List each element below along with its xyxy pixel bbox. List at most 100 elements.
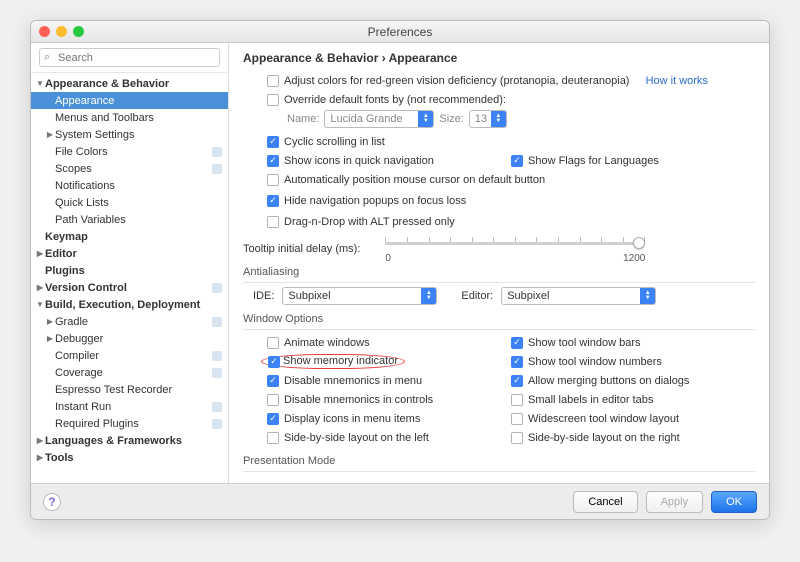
checkbox[interactable] bbox=[267, 375, 279, 387]
editor-antialias-select[interactable]: Subpixel▲▼ bbox=[501, 287, 656, 305]
sidebar-item[interactable]: ▶Editor bbox=[31, 245, 228, 262]
titlebar: Preferences bbox=[31, 21, 769, 43]
checkbox[interactable] bbox=[267, 337, 279, 349]
checkbox-cursor[interactable] bbox=[267, 174, 279, 186]
ide-antialias-select[interactable]: Subpixel▲▼ bbox=[282, 287, 437, 305]
sidebar-item[interactable]: ▶Debugger bbox=[31, 330, 228, 347]
chevron-updown-icon: ▲▼ bbox=[640, 288, 655, 304]
scope-marker-icon bbox=[212, 351, 222, 361]
sidebar-item[interactable]: Keymap bbox=[31, 228, 228, 245]
arrow-down-icon: ▼ bbox=[35, 300, 45, 309]
sidebar-item-label: Instant Run bbox=[55, 401, 111, 413]
checkbox-adjust-colors[interactable] bbox=[267, 75, 279, 87]
checkbox[interactable] bbox=[511, 337, 523, 349]
sidebar-item[interactable]: File Colors bbox=[31, 143, 228, 160]
scope-marker-icon bbox=[212, 419, 222, 429]
sidebar-item-label: Espresso Test Recorder bbox=[55, 384, 172, 396]
checkbox[interactable] bbox=[268, 356, 280, 368]
checkbox-flags[interactable] bbox=[511, 155, 523, 167]
sidebar-item[interactable]: Quick Lists bbox=[31, 194, 228, 211]
search-input[interactable] bbox=[39, 48, 220, 67]
sidebar-item[interactable]: ▶Tools bbox=[31, 449, 228, 466]
sidebar-item[interactable]: Path Variables bbox=[31, 211, 228, 228]
sidebar: ⌕ ▼Appearance & BehaviorAppearanceMenus … bbox=[31, 43, 229, 483]
chevron-updown-icon: ▲▼ bbox=[421, 288, 436, 304]
cancel-button[interactable]: Cancel bbox=[573, 491, 637, 513]
checkbox-override-fonts[interactable] bbox=[267, 94, 279, 106]
sidebar-item-label: Debugger bbox=[55, 333, 103, 345]
scope-marker-icon bbox=[212, 283, 222, 293]
sidebar-item-label: Gradle bbox=[55, 316, 88, 328]
arrow-down-icon: ▼ bbox=[35, 79, 45, 88]
section-window-options: Window Options bbox=[243, 313, 755, 325]
sidebar-item[interactable]: Notifications bbox=[31, 177, 228, 194]
checkbox[interactable] bbox=[511, 413, 523, 425]
sidebar-item[interactable]: ▼Build, Execution, Deployment bbox=[31, 296, 228, 313]
sidebar-item-label: Compiler bbox=[55, 350, 99, 362]
chevron-updown-icon: ▲▼ bbox=[418, 111, 433, 127]
sidebar-item-label: Appearance & Behavior bbox=[45, 78, 169, 90]
checkbox[interactable] bbox=[511, 356, 523, 368]
section-antialiasing: Antialiasing bbox=[243, 266, 755, 278]
sidebar-item-label: Editor bbox=[45, 248, 77, 260]
scope-marker-icon bbox=[212, 317, 222, 327]
font-name-select[interactable]: Lucida Grande▲▼ bbox=[324, 110, 434, 128]
sidebar-item[interactable]: Compiler bbox=[31, 347, 228, 364]
checkbox-dnd[interactable] bbox=[267, 216, 279, 228]
zoom-icon[interactable] bbox=[73, 26, 84, 37]
breadcrumb: Appearance & Behavior › Appearance bbox=[243, 51, 755, 65]
sidebar-item-label: Scopes bbox=[55, 163, 92, 175]
checkbox[interactable] bbox=[267, 394, 279, 406]
close-icon[interactable] bbox=[39, 26, 50, 37]
tooltip-delay-label: Tooltip initial delay (ms): bbox=[243, 243, 360, 255]
sidebar-item-label: Required Plugins bbox=[55, 418, 139, 430]
sidebar-item[interactable]: Appearance bbox=[31, 92, 228, 109]
ok-button[interactable]: OK bbox=[711, 491, 757, 513]
sidebar-item[interactable]: ▶System Settings bbox=[31, 126, 228, 143]
checkbox-cyclic[interactable] bbox=[267, 136, 279, 148]
how-it-works-link[interactable]: How it works bbox=[646, 75, 708, 87]
sidebar-item[interactable]: Espresso Test Recorder bbox=[31, 381, 228, 398]
checkbox-icons-nav[interactable] bbox=[267, 155, 279, 167]
arrow-right-icon: ▶ bbox=[45, 334, 55, 343]
section-presentation: Presentation Mode bbox=[243, 455, 755, 467]
arrow-right-icon: ▶ bbox=[35, 283, 45, 292]
arrow-right-icon: ▶ bbox=[35, 249, 45, 258]
highlighted-option: Show memory indicator bbox=[267, 352, 511, 371]
minimize-icon[interactable] bbox=[56, 26, 67, 37]
sidebar-item-label: Coverage bbox=[55, 367, 103, 379]
sidebar-item[interactable]: Instant Run bbox=[31, 398, 228, 415]
window-title: Preferences bbox=[368, 25, 433, 39]
scope-marker-icon bbox=[212, 402, 222, 412]
sidebar-item[interactable]: Coverage bbox=[31, 364, 228, 381]
scope-marker-icon bbox=[212, 164, 222, 174]
apply-button[interactable]: Apply bbox=[646, 491, 704, 513]
arrow-right-icon: ▶ bbox=[45, 130, 55, 139]
sidebar-item[interactable]: ▼Appearance & Behavior bbox=[31, 75, 228, 92]
checkbox[interactable] bbox=[267, 413, 279, 425]
sidebar-item[interactable]: Scopes bbox=[31, 160, 228, 177]
chevron-updown-icon: ▲▼ bbox=[491, 111, 506, 127]
sidebar-item-label: File Colors bbox=[55, 146, 108, 158]
checkbox-hide-popups[interactable] bbox=[267, 195, 279, 207]
checkbox[interactable] bbox=[511, 394, 523, 406]
sidebar-item[interactable]: Required Plugins bbox=[31, 415, 228, 432]
scope-marker-icon bbox=[212, 368, 222, 378]
checkbox[interactable] bbox=[267, 432, 279, 444]
arrow-right-icon: ▶ bbox=[45, 317, 55, 326]
sidebar-item[interactable]: Menus and Toolbars bbox=[31, 109, 228, 126]
checkbox[interactable] bbox=[511, 432, 523, 444]
font-size-select[interactable]: 13▲▼ bbox=[469, 110, 507, 128]
checkbox[interactable] bbox=[511, 375, 523, 387]
sidebar-item-label: Quick Lists bbox=[55, 197, 109, 209]
sidebar-item[interactable]: Plugins bbox=[31, 262, 228, 279]
search-icon: ⌕ bbox=[44, 51, 50, 64]
sidebar-item[interactable]: ▶Version Control bbox=[31, 279, 228, 296]
sidebar-item[interactable]: ▶Languages & Frameworks bbox=[31, 432, 228, 449]
sidebar-item-label: Notifications bbox=[55, 180, 115, 192]
tooltip-delay-slider[interactable] bbox=[385, 233, 645, 253]
help-button[interactable]: ? bbox=[43, 493, 61, 511]
sidebar-item-label: Version Control bbox=[45, 282, 127, 294]
sidebar-item[interactable]: ▶Gradle bbox=[31, 313, 228, 330]
sidebar-item-label: Plugins bbox=[45, 265, 85, 277]
